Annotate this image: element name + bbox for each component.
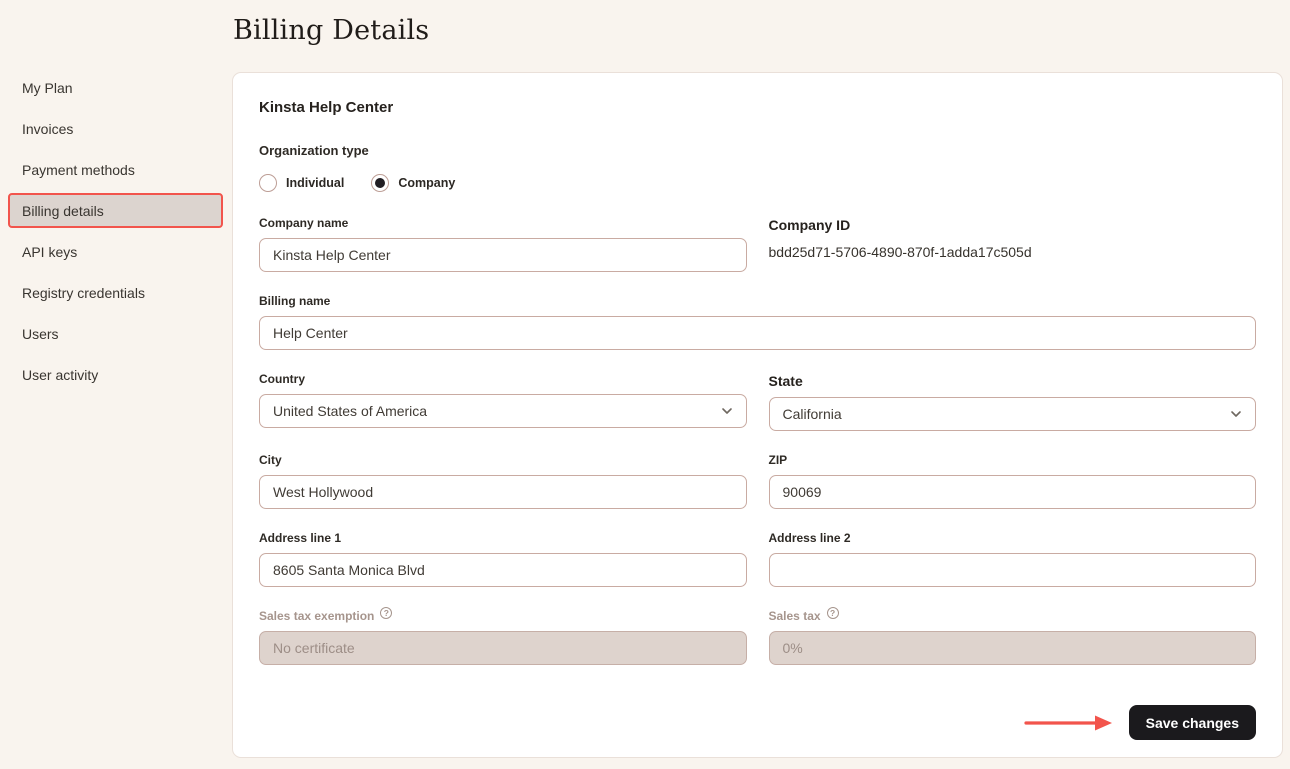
zip-field-group: ZIP xyxy=(769,453,1257,509)
row-company: Company name Company ID bdd25d71-5706-48… xyxy=(259,216,1256,272)
company-id-value: bdd25d71-5706-4890-870f-1adda17c505d xyxy=(769,244,1257,260)
row-address: Address line 1 Address line 2 xyxy=(259,531,1256,587)
company-name-label: Company name xyxy=(259,216,747,230)
billing-sidebar: My Plan Invoices Payment methods Billing… xyxy=(0,0,232,769)
sidebar-item-invoices[interactable]: Invoices xyxy=(8,111,223,146)
address-line-1-input[interactable] xyxy=(259,553,747,587)
country-label: Country xyxy=(259,372,747,386)
company-id-group: Company ID bdd25d71-5706-4890-870f-1adda… xyxy=(769,216,1257,272)
help-icon[interactable]: ? xyxy=(380,607,392,619)
country-field-group: Country United States of America xyxy=(259,372,747,431)
annotation-arrow-icon xyxy=(1023,714,1115,732)
radio-individual-circle[interactable] xyxy=(259,174,277,192)
radio-individual-label: Individual xyxy=(286,176,344,190)
sales-tax-exemption-input xyxy=(259,631,747,665)
company-id-label: Company ID xyxy=(769,217,1257,233)
radio-option-individual[interactable]: Individual xyxy=(259,174,344,192)
save-changes-button[interactable]: Save changes xyxy=(1129,705,1256,740)
country-select[interactable]: United States of America xyxy=(259,394,747,428)
row-sales-tax: Sales tax exemption ? Sales tax ? xyxy=(259,609,1256,665)
state-label: State xyxy=(769,373,1257,389)
state-select[interactable]: California xyxy=(769,397,1257,431)
organization-type-radio-group: Individual Company xyxy=(259,174,1256,192)
address2-field-group: Address line 2 xyxy=(769,531,1257,587)
city-label: City xyxy=(259,453,747,467)
radio-option-company[interactable]: Company xyxy=(371,174,455,192)
zip-label: ZIP xyxy=(769,453,1257,467)
sidebar-item-registry-credentials[interactable]: Registry credentials xyxy=(8,275,223,310)
city-field-group: City xyxy=(259,453,747,509)
company-heading: Kinsta Help Center xyxy=(259,99,1256,116)
billing-name-label: Billing name xyxy=(259,294,1256,308)
billing-page: My Plan Invoices Payment methods Billing… xyxy=(0,0,1290,769)
sales-tax-label-text: Sales tax xyxy=(769,609,821,623)
address-line-1-label: Address line 1 xyxy=(259,531,747,545)
billing-name-input[interactable] xyxy=(259,316,1256,350)
card-footer: Save changes xyxy=(259,705,1256,740)
state-field-group: State California xyxy=(769,372,1257,431)
sales-tax-input xyxy=(769,631,1257,665)
radio-company-label: Company xyxy=(398,176,455,190)
address-line-2-label: Address line 2 xyxy=(769,531,1257,545)
company-name-field-group: Company name xyxy=(259,216,747,272)
help-icon[interactable]: ? xyxy=(827,607,839,619)
sidebar-item-user-activity[interactable]: User activity xyxy=(8,357,223,392)
row-city-zip: City ZIP xyxy=(259,453,1256,509)
zip-input[interactable] xyxy=(769,475,1257,509)
page-title: Billing Details xyxy=(233,11,1290,51)
address-line-2-input[interactable] xyxy=(769,553,1257,587)
radio-company-circle[interactable] xyxy=(371,174,389,192)
sales-tax-exemption-label: Sales tax exemption ? xyxy=(259,609,747,623)
main-content: Billing Details Kinsta Help Center Organ… xyxy=(232,0,1290,769)
sales-tax-exemption-label-text: Sales tax exemption xyxy=(259,609,374,623)
sidebar-item-billing-details[interactable]: Billing details xyxy=(8,193,223,228)
sales-tax-exemption-field-group: Sales tax exemption ? xyxy=(259,609,747,665)
row-country-state: Country United States of America State C… xyxy=(259,372,1256,431)
organization-type-label: Organization type xyxy=(259,143,1256,158)
sales-tax-label: Sales tax ? xyxy=(769,609,1257,623)
address1-field-group: Address line 1 xyxy=(259,531,747,587)
sidebar-item-api-keys[interactable]: API keys xyxy=(8,234,223,269)
company-name-input[interactable] xyxy=(259,238,747,272)
billing-name-field-group: Billing name xyxy=(259,294,1256,350)
sidebar-item-my-plan[interactable]: My Plan xyxy=(8,70,223,105)
billing-details-card: Kinsta Help Center Organization type Ind… xyxy=(232,72,1283,758)
sidebar-item-payment-methods[interactable]: Payment methods xyxy=(8,152,223,187)
sales-tax-field-group: Sales tax ? xyxy=(769,609,1257,665)
city-input[interactable] xyxy=(259,475,747,509)
sidebar-item-users[interactable]: Users xyxy=(8,316,223,351)
